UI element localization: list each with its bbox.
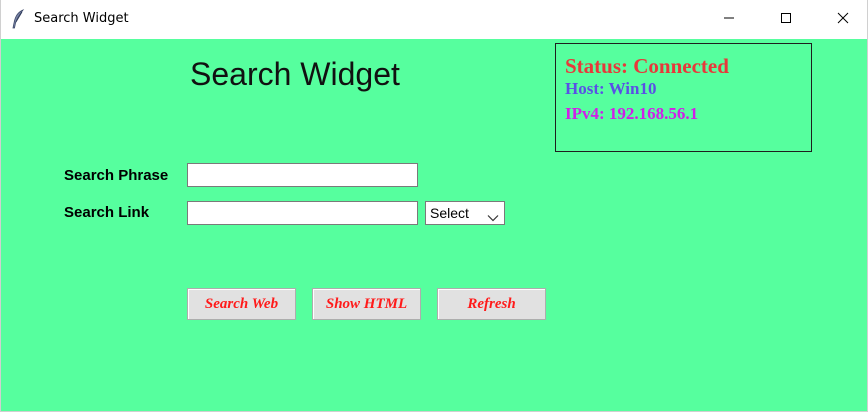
maximize-icon <box>780 11 792 29</box>
ipv4-address: IPv4: 192.168.56.1 <box>565 104 699 123</box>
close-button[interactable] <box>820 0 866 39</box>
window-title: Search Widget <box>34 11 129 26</box>
search-phrase-label: Search Phrase <box>64 167 169 184</box>
link-select-dropdown[interactable]: Select <box>425 201 505 225</box>
host-name: Host: Win10 <box>565 79 657 98</box>
search-link-input[interactable] <box>187 201 418 225</box>
show-html-button[interactable]: Show HTML <box>312 288 421 320</box>
page-title: Search Widget <box>190 56 400 92</box>
minimize-button[interactable] <box>706 0 752 39</box>
title-bar[interactable]: Search Widget <box>1 0 867 39</box>
refresh-button[interactable]: Refresh <box>437 288 546 320</box>
search-phrase-input[interactable] <box>187 163 418 187</box>
connection-status: Status: Connected <box>565 54 729 78</box>
search-web-button[interactable]: Search Web <box>187 288 296 320</box>
search-link-label: Search Link <box>64 204 150 221</box>
maximize-button[interactable] <box>763 0 809 39</box>
minimize-icon <box>723 11 735 29</box>
main-panel: Search Widget Status: Connected Host: Wi… <box>1 39 867 411</box>
status-panel: Status: Connected Host: Win10 IPv4: 192.… <box>555 43 812 152</box>
app-window: Search Widget Search Widget Status: Conn… <box>0 0 868 412</box>
link-select-value: Select <box>430 205 469 221</box>
close-icon <box>837 11 849 29</box>
chevron-down-icon <box>487 209 499 222</box>
feather-icon <box>11 9 25 29</box>
